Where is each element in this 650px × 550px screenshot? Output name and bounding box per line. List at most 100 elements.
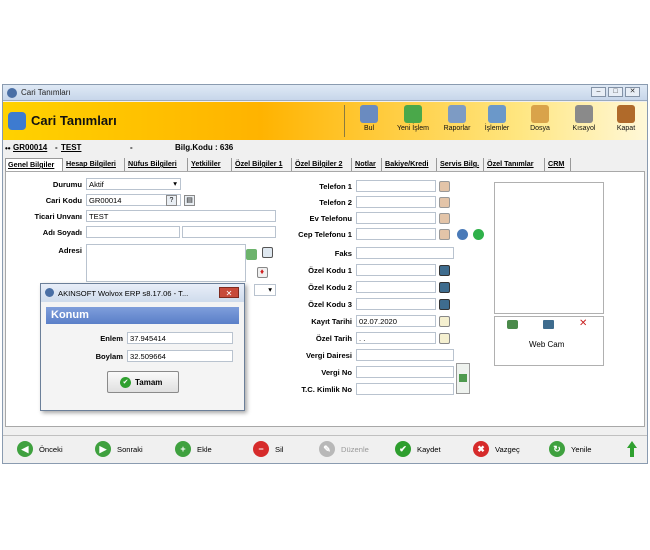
ok-button[interactable]: ✔ Tamam — [107, 371, 179, 393]
ozel3-field[interactable] — [356, 298, 436, 310]
tab-9[interactable]: Özel Tanımlar — [485, 158, 545, 171]
list-icon[interactable] — [439, 265, 450, 276]
ozel2-field[interactable] — [356, 281, 436, 293]
district-select[interactable]: ▾ — [254, 284, 276, 296]
tab-3[interactable]: Yetkililer — [189, 158, 232, 171]
report-icon — [448, 105, 466, 123]
minimize-button[interactable]: – — [591, 87, 606, 97]
unvan-field[interactable]: TEST — [86, 210, 276, 222]
dialog-close-button[interactable]: ✕ — [219, 287, 239, 298]
tab-6[interactable]: Notlar — [353, 158, 382, 171]
bilg-kodu: Bilg.Kodu : 636 — [175, 143, 234, 152]
dialog-header: Konum — [46, 307, 239, 324]
adres-label: Adresi — [58, 246, 82, 255]
toolbar-button-3[interactable]: İşlemler — [477, 104, 517, 138]
kayit-field[interactable]: 02.07.2020 — [356, 315, 436, 327]
nav-button-6[interactable]: ✖ Vazgeç — [473, 441, 543, 459]
expand-button[interactable] — [456, 363, 470, 394]
tab-1[interactable]: Hesap Bilgileri — [64, 158, 125, 171]
ozeltarih-value: . . — [359, 334, 366, 343]
nav-button-1[interactable]: ▶ Sonraki — [95, 441, 165, 459]
tab-2[interactable]: Nüfus Bilgileri — [126, 158, 188, 171]
toolbar-button-5[interactable]: Kısayol — [564, 104, 604, 138]
toolbar-button-label: İşlemler — [484, 125, 510, 132]
toolbar-button-6[interactable]: Kapat — [606, 104, 646, 138]
toolbar-button-label: Yeni İşlem — [396, 125, 430, 132]
cari-kodu-label: Cari Kodu — [45, 196, 82, 205]
toolbar-button-2[interactable]: Raporlar — [437, 104, 477, 138]
tab-5[interactable]: Özel Bilgiler 2 — [293, 158, 352, 171]
webcam-label[interactable]: Web Cam — [529, 340, 564, 349]
boylam-label: Boylam — [95, 352, 123, 361]
vn-field[interactable] — [356, 366, 454, 378]
tab-8[interactable]: Servis Bilg. — [438, 158, 484, 171]
vn-label: Vergi No — [321, 368, 352, 377]
tab-4[interactable]: Özel Bilgiler 1 — [233, 158, 292, 171]
camera-icon[interactable] — [507, 320, 518, 329]
nav-button-0[interactable]: ◀ Önceki — [17, 441, 87, 459]
window-title: Cari Tanımları — [21, 88, 71, 97]
evtel-label: Ev Telefonu — [309, 214, 352, 223]
adsoyad-label: Adı Soyadı — [42, 228, 82, 237]
faks-field[interactable] — [356, 247, 454, 259]
nav-button-5[interactable]: ✔ Kaydet — [395, 441, 465, 459]
toolbar-button-0[interactable]: Bul — [349, 104, 389, 138]
unvan-value: TEST — [89, 212, 109, 221]
durum-select[interactable]: Aktif ▾ — [86, 178, 181, 190]
ad-field[interactable] — [86, 226, 180, 238]
nav-icon: − — [253, 441, 269, 457]
ozeltarih-label: Özel Tarih — [315, 334, 352, 343]
document-icon[interactable]: ▤ — [184, 195, 195, 206]
list-icon[interactable] — [439, 282, 450, 293]
toolbar-button-1[interactable]: Yeni İşlem — [393, 104, 433, 138]
calendar-icon[interactable] — [439, 316, 450, 327]
plus-circle-icon — [404, 105, 422, 123]
nav-button-2[interactable]: + Ekle — [175, 441, 245, 459]
whatsapp-icon[interactable] — [473, 229, 484, 240]
monitor-icon[interactable] — [543, 320, 554, 329]
list-icon[interactable] — [439, 299, 450, 310]
maximize-button[interactable]: □ — [608, 87, 623, 97]
phone-icon[interactable] — [439, 213, 450, 224]
door-icon — [617, 105, 635, 123]
boylam-field[interactable]: 32.509664 — [127, 350, 233, 362]
map-icon[interactable] — [246, 249, 257, 260]
pin-icon[interactable]: ♦ — [257, 267, 268, 278]
cep-field[interactable] — [356, 228, 436, 240]
delete-icon[interactable]: ✕ — [579, 318, 587, 329]
nav-button-3[interactable]: − Sil — [253, 441, 323, 459]
tab-10[interactable]: CRM — [546, 158, 571, 171]
help-button[interactable]: ? — [166, 195, 177, 206]
folder-icon — [531, 105, 549, 123]
toolbar-button-4[interactable]: Dosya — [520, 104, 560, 138]
up-arrow-icon[interactable] — [627, 441, 637, 457]
mobile-icon[interactable] — [457, 229, 468, 240]
grid-icon[interactable] — [262, 247, 273, 258]
enlem-field[interactable]: 37.945414 — [127, 332, 233, 344]
tab-0[interactable]: Genel Bilgiler — [5, 158, 63, 171]
ozel1-field[interactable] — [356, 264, 436, 276]
tc-field[interactable] — [356, 383, 454, 395]
vd-field[interactable] — [356, 349, 454, 361]
tab-7[interactable]: Bakiye/Kredi — [383, 158, 437, 171]
calendar-icon[interactable] — [439, 333, 450, 344]
tel1-field[interactable] — [356, 180, 436, 192]
nav-icon: ◀ — [17, 441, 33, 457]
chevron-down-icon: ▾ — [173, 179, 177, 188]
nav-button-4[interactable]: ✎ Düzenle — [319, 441, 389, 459]
photo-frame — [494, 182, 604, 314]
close-button[interactable]: ✕ — [625, 87, 640, 97]
nav-label: Önceki — [39, 445, 63, 454]
nav-button-7[interactable]: ↻ Yenile — [549, 441, 619, 459]
app-icon — [45, 288, 54, 297]
phone-icon[interactable] — [439, 181, 450, 192]
adres-field[interactable] — [86, 244, 246, 282]
dialog-titlebar: AKINSOFT Wolvox ERP s8.17.06 - T... ✕ — [41, 284, 244, 302]
evtel-field[interactable] — [356, 212, 436, 224]
soyad-field[interactable] — [182, 226, 276, 238]
ozeltarih-field[interactable]: . . — [356, 332, 436, 344]
phone-icon[interactable] — [439, 229, 450, 240]
phone-icon[interactable] — [439, 197, 450, 208]
tel2-field[interactable] — [356, 196, 436, 208]
list-icon — [488, 105, 506, 123]
